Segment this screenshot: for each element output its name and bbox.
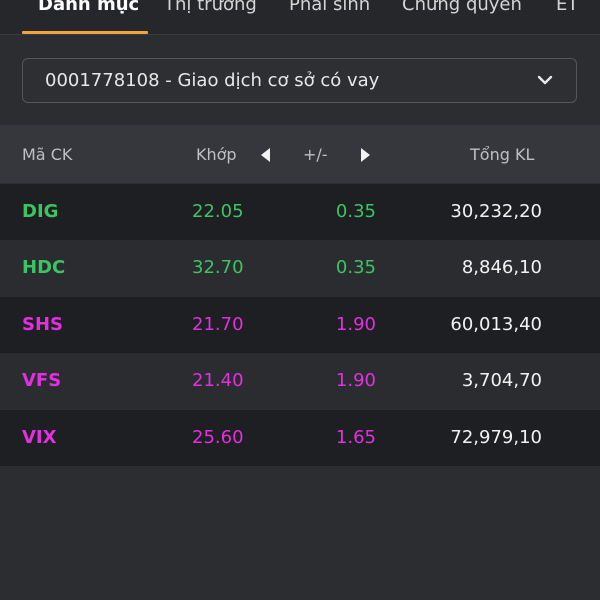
caret-left-icon[interactable] [259,147,273,163]
row-price: 22.05 [192,201,244,222]
top-tab-bar: Danh mục Thị trường Phái sinh Chứng quyề… [0,0,600,35]
row-symbol: DIG [22,201,59,222]
table-header: Mã CK Khớp +/- Tổng KL [0,125,600,183]
row-symbol: VFS [22,370,62,391]
header-volume: Tổng KL [470,145,535,164]
header-symbol: Mã CK [22,145,73,164]
row-change: 1.90 [335,314,376,335]
row-change: 1.90 [335,370,376,391]
tab-chung-quyen[interactable]: Chứng quyền [402,0,522,24]
account-selected-value: 0001778108 - Giao dịch cơ sở có vay [45,70,380,91]
row-volume: 30,232,20 [450,201,542,222]
chevron-down-icon [537,75,553,85]
tab-thi-truong[interactable]: Thị trường [164,0,257,24]
row-price: 21.40 [192,370,244,391]
row-volume: 60,013,40 [450,314,542,335]
table-row[interactable]: DIG 22.05 0.35 30,232,20 [0,184,600,240]
tab-et[interactable]: ET [556,0,578,24]
header-change: +/- [303,145,328,164]
active-tab-indicator [22,31,148,34]
table-row[interactable]: HDC 32.70 0.35 8,846,10 [0,240,600,296]
account-dropdown[interactable]: 0001778108 - Giao dịch cơ sở có vay [22,58,577,103]
row-change: 0.35 [335,257,376,278]
row-volume: 3,704,70 [461,370,542,391]
row-change: 1.65 [335,427,376,448]
table-row[interactable]: SHS 21.70 1.90 60,013,40 [0,297,600,353]
row-symbol: VIX [22,427,57,448]
row-price: 32.70 [192,257,244,278]
row-price: 25.60 [192,427,244,448]
header-match: Khớp [196,145,237,164]
row-price: 21.70 [192,314,244,335]
row-symbol: HDC [22,257,66,278]
row-symbol: SHS [22,314,63,335]
tab-phai-sinh[interactable]: Phái sinh [289,0,370,24]
table-row[interactable]: VIX 25.60 1.65 72,979,10 [0,410,600,466]
row-volume: 72,979,10 [450,427,542,448]
row-volume: 8,846,10 [461,257,542,278]
caret-right-icon[interactable] [358,147,372,163]
table-row[interactable]: VFS 21.40 1.90 3,704,70 [0,353,600,409]
row-change: 0.35 [335,201,376,222]
tab-danh-muc[interactable]: Danh mục [38,0,139,24]
